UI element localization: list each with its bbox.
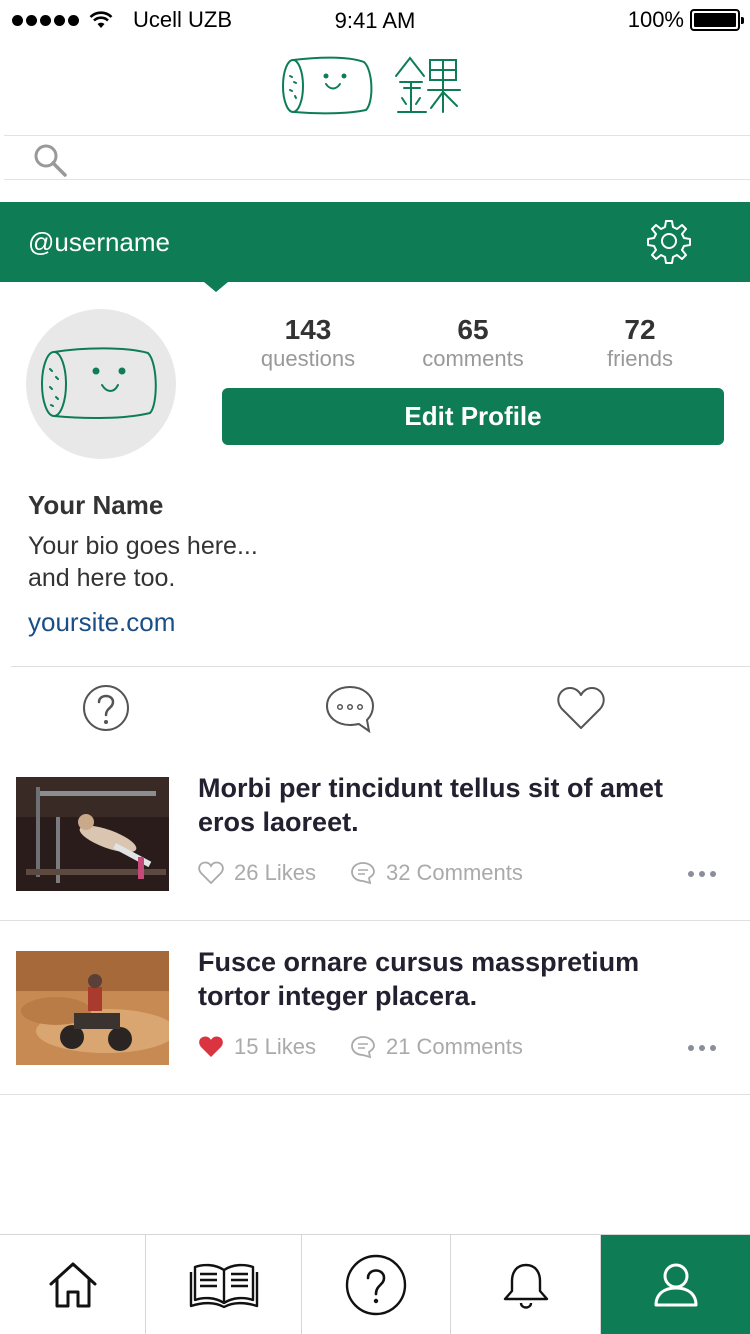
tab-home[interactable] bbox=[0, 1235, 146, 1334]
avatar[interactable] bbox=[26, 309, 176, 459]
heart-filled-icon[interactable] bbox=[198, 1035, 224, 1059]
status-bar: Ucell UZB 9:41 AM 100% bbox=[0, 0, 750, 40]
comment-icon[interactable] bbox=[324, 684, 376, 734]
search-bar[interactable] bbox=[4, 135, 750, 180]
comment-small-icon[interactable] bbox=[350, 861, 376, 885]
bio-line: Your bio goes here... bbox=[28, 532, 258, 560]
post-meta: 15 Likes 21 Comments bbox=[198, 1034, 523, 1060]
stat-label: comments bbox=[422, 346, 524, 371]
home-icon bbox=[49, 1262, 96, 1308]
tab-library[interactable] bbox=[146, 1235, 302, 1334]
stat-value: 65 bbox=[457, 314, 489, 345]
comments-count: 21 Comments bbox=[385, 1034, 523, 1059]
battery-percent: 100% bbox=[627, 7, 684, 32]
atv-photo bbox=[16, 951, 169, 1065]
stat-questions[interactable]: 143 questions bbox=[228, 314, 388, 372]
stat-comments[interactable]: 65 comments bbox=[393, 314, 553, 372]
post-thumbnail[interactable] bbox=[16, 777, 169, 891]
header-pointer bbox=[204, 282, 228, 292]
stat-value: 72 bbox=[624, 314, 656, 345]
divider bbox=[0, 1094, 750, 1095]
profile-name: Your Name bbox=[28, 490, 164, 520]
post-meta: 26 Likes 32 Comments bbox=[198, 860, 523, 886]
search-icon bbox=[34, 144, 67, 177]
comment-small-icon[interactable] bbox=[350, 1035, 376, 1059]
stat-value: 143 bbox=[284, 314, 332, 345]
profile-bio: Your bio goes here... and here too. bbox=[28, 530, 258, 594]
comments-count: 32 Comments bbox=[385, 860, 523, 885]
question-icon bbox=[345, 1254, 407, 1316]
bio-line: and here too. bbox=[28, 564, 176, 592]
profile-icon bbox=[654, 1263, 697, 1307]
post-thumbnail[interactable] bbox=[16, 951, 169, 1065]
battery-icon bbox=[690, 9, 744, 31]
avatar-logo bbox=[41, 347, 157, 419]
app-logo bbox=[282, 56, 461, 115]
heart-outline-icon[interactable] bbox=[198, 861, 224, 885]
post-title[interactable]: Fusce ornare cursus masspretium tortor i… bbox=[198, 945, 738, 1013]
tab-ask[interactable] bbox=[302, 1235, 451, 1334]
post-title-line: Fusce ornare cursus masspretium bbox=[198, 947, 640, 977]
post-title-line: eros laoreet. bbox=[198, 807, 359, 837]
search-input[interactable] bbox=[82, 142, 722, 174]
tab-notifications[interactable] bbox=[451, 1235, 601, 1334]
stat-label: friends bbox=[606, 346, 674, 371]
heart-icon[interactable] bbox=[556, 684, 606, 734]
likes-count: 26 Likes bbox=[234, 860, 316, 885]
book-icon bbox=[189, 1263, 258, 1309]
post-title[interactable]: Morbi per tincidunt tellus sit of amet e… bbox=[198, 771, 738, 839]
bell-icon bbox=[503, 1263, 548, 1309]
divider bbox=[0, 920, 750, 921]
question-icon[interactable] bbox=[81, 684, 131, 734]
more-icon[interactable] bbox=[686, 1040, 718, 1056]
more-icon[interactable] bbox=[686, 866, 718, 882]
edit-profile-button[interactable]: Edit Profile bbox=[222, 388, 724, 445]
tab-profile[interactable] bbox=[601, 1235, 750, 1334]
stat-label: questions bbox=[260, 346, 356, 371]
website-link[interactable]: yoursite.com bbox=[28, 607, 175, 638]
likes-count: 15 Likes bbox=[234, 1034, 316, 1059]
tab-bar bbox=[0, 1234, 750, 1334]
divider bbox=[11, 666, 750, 667]
gym-photo bbox=[16, 777, 169, 891]
post-title-line: Morbi per tincidunt tellus sit of amet bbox=[198, 773, 664, 803]
post-title-line: tortor integer placera. bbox=[198, 981, 478, 1011]
profile-header: @username bbox=[0, 202, 750, 282]
gear-icon[interactable] bbox=[646, 218, 692, 264]
username: @username bbox=[28, 227, 171, 257]
stat-friends[interactable]: 72 friends bbox=[560, 314, 720, 372]
